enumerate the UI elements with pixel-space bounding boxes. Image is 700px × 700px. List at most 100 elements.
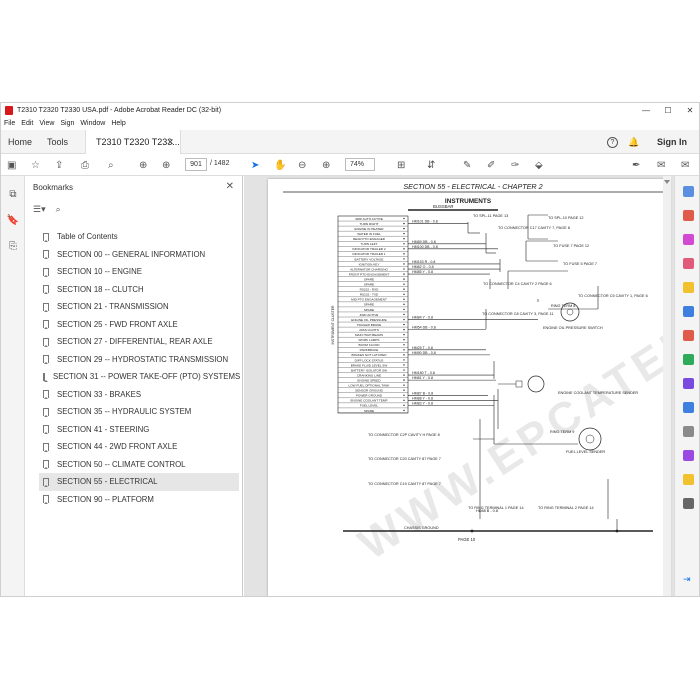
print-icon[interactable]: ⎙	[81, 158, 89, 172]
menu-edit[interactable]: Edit	[21, 120, 33, 127]
save-icon[interactable]: ▣	[7, 158, 16, 172]
highlight-icon[interactable]: ✐	[487, 158, 495, 172]
cluster-pin	[403, 359, 405, 361]
edit-pdf-icon[interactable]	[683, 234, 694, 245]
fit-page-icon[interactable]: ⊞	[397, 158, 405, 172]
bookmark-item[interactable]: SECTION 33 - BRAKES	[39, 386, 239, 404]
bookmark-item[interactable]: SECTION 00 -- GENERAL INFORMATION	[39, 246, 239, 264]
fill-sign-icon[interactable]: ✒	[632, 158, 640, 172]
share-link-icon[interactable]: ✉	[657, 158, 665, 172]
bookmark-item[interactable]: Table of Contents	[39, 228, 239, 246]
cluster-row-label: SENSOR GROUND	[355, 389, 383, 393]
connector-label: HD88 B - 0.8	[476, 509, 498, 513]
bookmark-item[interactable]: SECTION 18 -- CLUTCH	[39, 281, 239, 299]
tab-home[interactable]: Home	[8, 130, 32, 154]
minimize-button[interactable]: —	[635, 103, 657, 117]
redact-icon[interactable]	[683, 402, 694, 413]
menu-bar: File Edit View Sign Window Help	[1, 117, 699, 129]
zoom-in-icon[interactable]: ⊕	[322, 158, 330, 172]
page-thumbnails-icon[interactable]: ⧉	[7, 188, 19, 200]
comment-tool-icon[interactable]	[683, 282, 694, 293]
bookmark-label: SECTION 21 - TRANSMISSION	[57, 302, 169, 312]
cluster-pin	[403, 409, 405, 412]
busbar-label: BUSSBAR	[433, 204, 454, 209]
left-nav-rail: ⧉ 🔖 ⎘	[1, 176, 25, 596]
zoom-out-icon[interactable]: ⊖	[298, 158, 306, 172]
send-signature-icon[interactable]	[683, 450, 694, 461]
hand-tool-icon[interactable]: ✋	[274, 158, 286, 172]
email-icon[interactable]: ✉	[681, 158, 689, 172]
attachments-icon[interactable]: ⎘	[7, 240, 19, 252]
cluster-row-label: 4WD ACTIVE	[360, 313, 379, 317]
bookmark-item[interactable]: SECTION 35 -- HYDRAULIC SYSTEM	[39, 403, 239, 421]
organize-pages-icon[interactable]	[683, 330, 694, 341]
search-tool-icon[interactable]	[683, 186, 694, 197]
tab-tools[interactable]: Tools	[47, 130, 68, 154]
bookmark-icon	[43, 337, 49, 347]
scroll-mode-icon[interactable]: ⇵	[427, 158, 435, 172]
bookmark-item[interactable]: SECTION 21 - TRANSMISSION	[39, 298, 239, 316]
select-cursor-icon[interactable]: ➤	[251, 158, 259, 172]
bookmark-item[interactable]: SECTION 27 - DIFFERENTIAL, REAR AXLE	[39, 333, 239, 351]
zoom-level-select[interactable]: 74%	[345, 158, 375, 171]
cluster-pin	[403, 318, 405, 321]
help-button[interactable]: ?	[607, 130, 618, 154]
combine-files-icon[interactable]	[683, 306, 694, 317]
previous-page-icon[interactable]: ⊕	[139, 158, 147, 172]
create-pdf-icon[interactable]	[683, 258, 694, 269]
menu-file[interactable]: File	[4, 120, 15, 127]
menu-sign[interactable]: Sign	[60, 120, 74, 127]
bookmark-find-icon[interactable]: ⌕	[56, 204, 61, 215]
close-window-button[interactable]: ✕	[679, 103, 699, 117]
close-tab-icon[interactable]: ✕	[166, 137, 174, 148]
bookmark-item[interactable]: SECTION 44 - 2WD FRONT AXLE	[39, 438, 239, 456]
bookmark-icon	[43, 320, 49, 330]
maximize-button[interactable]: ☐	[657, 103, 679, 117]
bookmark-item[interactable]: SECTION 90 -- PLATFORM	[39, 491, 239, 509]
fuel-level-sender-symbol	[578, 427, 602, 451]
bookmark-label: SECTION 35 -- HYDRAULIC SYSTEM	[57, 407, 192, 417]
wire-label: HM25 T - 0.8	[412, 346, 433, 350]
scroll-up-arrow[interactable]	[664, 180, 670, 186]
menu-view[interactable]: View	[39, 120, 54, 127]
bookmark-star-icon[interactable]: ☆	[31, 158, 40, 172]
sign-in-button[interactable]: Sign In	[657, 130, 687, 154]
cluster-pin	[403, 339, 405, 341]
bookmark-item[interactable]: SECTION 10 -- ENGINE	[39, 263, 239, 281]
bookmark-item[interactable]: SECTION 41 - STEERING	[39, 421, 239, 439]
bookmark-item[interactable]: SECTION 55 - ELECTRICAL	[39, 473, 239, 491]
more-tools-icon[interactable]	[683, 498, 694, 509]
menu-help[interactable]: Help	[111, 120, 125, 127]
draw-icon[interactable]: ✑	[511, 158, 519, 172]
right-tools-rail: ⇥	[674, 176, 699, 596]
notifications-icon[interactable]: 🔔	[628, 130, 639, 154]
menu-window[interactable]: Window	[80, 120, 105, 127]
protect-icon[interactable]	[683, 378, 694, 389]
acrobat-window: T2310 T2320 T2330 USA.pdf - Adobe Acroba…	[0, 102, 700, 597]
document-viewer[interactable]: WWW.EPCATEPO.COM SECTION 55 - ELECTRICAL …	[244, 176, 674, 596]
collapse-pane-icon[interactable]: ⇥	[683, 574, 694, 585]
vertical-scrollbar[interactable]	[663, 176, 671, 596]
comment-icon[interactable]: ✎	[463, 158, 471, 172]
upload-icon[interactable]: ⇪	[55, 158, 63, 172]
bookmarks-panel-icon[interactable]: 🔖	[7, 214, 19, 226]
close-bookmarks-icon[interactable]: ✕	[226, 181, 234, 192]
wire-label: HM85 Y - 0.8	[412, 270, 433, 274]
bookmark-options-icon[interactable]: ☰▾	[33, 204, 46, 215]
cluster-row-label: TURN LEFT	[360, 242, 377, 246]
export-pdf-icon[interactable]	[683, 210, 694, 221]
bookmark-item[interactable]: SECTION 50 -- CLIMATE CONTROL	[39, 456, 239, 474]
page-number-input[interactable]: 901	[185, 158, 207, 171]
next-page-icon[interactable]: ⊕	[162, 158, 170, 172]
fill-sign-tool-icon[interactable]	[683, 426, 694, 437]
bookmark-icon	[43, 267, 49, 277]
bookmark-item[interactable]: SECTION 25 - FWD FRONT AXLE	[39, 316, 239, 334]
search-icon[interactable]: ⌕	[108, 158, 114, 172]
compress-pdf-icon[interactable]	[683, 354, 694, 365]
bookmark-item[interactable]: SECTION 31 -- POWER TAKE-OFF (PTO) SYSTE…	[39, 368, 240, 386]
bookmark-item[interactable]: SECTION 29 -- HYDROSTATIC TRANSMISSION	[39, 351, 239, 369]
tab-document[interactable]: T2310 T2320 T233... ✕	[85, 130, 181, 154]
stamp-tool-icon[interactable]	[683, 474, 694, 485]
stamp-icon[interactable]: ⬙	[535, 158, 543, 172]
bookmark-icon	[43, 495, 49, 505]
